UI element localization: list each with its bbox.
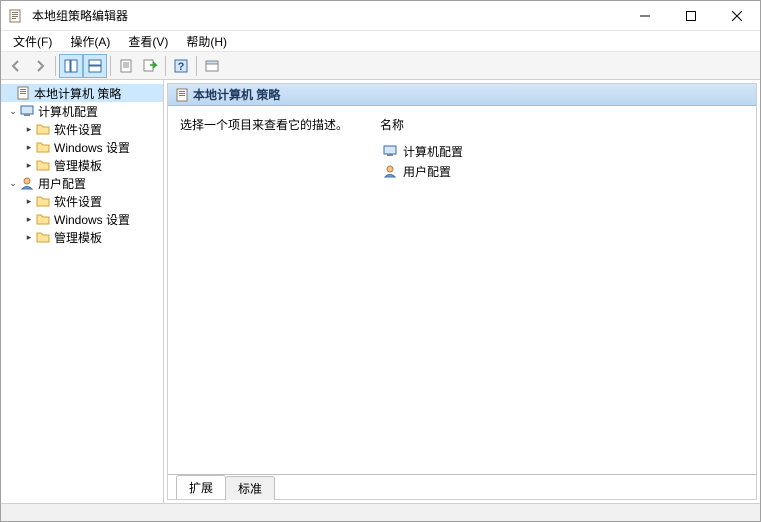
minimize-button[interactable]	[622, 1, 668, 31]
folder-icon	[35, 193, 51, 209]
list-item-label: 计算机配置	[403, 143, 463, 160]
column-header-name[interactable]: 名称	[380, 116, 744, 133]
menu-view[interactable]: 查看(V)	[120, 31, 176, 52]
description-text: 选择一个项目来查看它的描述。	[180, 118, 348, 132]
tree-label: 管理模板	[54, 157, 102, 174]
list-item-label: 用户配置	[403, 163, 451, 180]
toolbar-separator	[165, 56, 166, 76]
expander-icon[interactable]: ▸	[23, 213, 35, 225]
expander-icon[interactable]: ▸	[23, 195, 35, 207]
tree-label: 管理模板	[54, 229, 102, 246]
tree-windows-settings[interactable]: ▸ Windows 设置	[1, 138, 163, 156]
filter-button[interactable]	[200, 54, 224, 78]
tree-label: 本地计算机 策略	[34, 85, 121, 102]
folder-icon	[35, 211, 51, 227]
svg-text:?: ?	[178, 61, 185, 73]
tree-user-config[interactable]: ⌄ 用户配置	[1, 174, 163, 192]
body: ▶ 本地计算机 策略 ⌄ 计算机配置 ▸ 软件设置 ▸ Windows 设置 ▸	[1, 80, 760, 503]
list-column[interactable]: 名称 计算机配置 用户配置	[368, 106, 756, 474]
tree-label: 软件设置	[54, 193, 102, 210]
expander-icon[interactable]: ⌄	[7, 105, 19, 117]
tabs-bar: 扩展 标准	[168, 475, 756, 499]
maximize-button[interactable]	[668, 1, 714, 31]
list-view-button[interactable]	[59, 54, 83, 78]
toolbar-separator	[110, 56, 111, 76]
toolbar-separator	[55, 56, 56, 76]
export-button[interactable]	[138, 54, 162, 78]
content-body: 选择一个项目来查看它的描述。 名称 计算机配置 用户配置	[168, 106, 756, 474]
tree-admin-templates[interactable]: ▸ 管理模板	[1, 156, 163, 174]
tree-user-software-settings[interactable]: ▸ 软件设置	[1, 192, 163, 210]
toolbar: ?	[1, 52, 760, 80]
help-button[interactable]: ?	[169, 54, 193, 78]
forward-button	[28, 54, 52, 78]
expander-icon[interactable]: ⌄	[7, 177, 19, 189]
menu-file[interactable]: 文件(F)	[5, 31, 60, 52]
policy-icon	[15, 85, 31, 101]
description-column: 选择一个项目来查看它的描述。	[168, 106, 368, 474]
back-button	[4, 54, 28, 78]
menu-action[interactable]: 操作(A)	[62, 31, 118, 52]
tree-software-settings[interactable]: ▸ 软件设置	[1, 120, 163, 138]
tree-pane[interactable]: ▶ 本地计算机 策略 ⌄ 计算机配置 ▸ 软件设置 ▸ Windows 设置 ▸	[1, 80, 164, 503]
tree-label: 计算机配置	[38, 103, 98, 120]
menu-help[interactable]: 帮助(H)	[178, 31, 235, 52]
detail-view-button[interactable]	[83, 54, 107, 78]
toolbar-separator	[196, 56, 197, 76]
content-pane: 本地计算机 策略 选择一个项目来查看它的描述。 名称 计算机配置 用户配置	[167, 83, 757, 500]
window-controls	[622, 1, 760, 31]
tab-standard[interactable]: 标准	[225, 476, 275, 500]
app-icon	[7, 8, 23, 24]
tree-label: 软件设置	[54, 121, 102, 138]
statusbar	[1, 503, 760, 521]
expander-icon[interactable]: ▸	[23, 123, 35, 135]
folder-icon	[35, 121, 51, 137]
properties-button[interactable]	[114, 54, 138, 78]
content-title: 本地计算机 策略	[193, 86, 280, 103]
tree-user-admin-templates[interactable]: ▸ 管理模板	[1, 228, 163, 246]
tree-label: Windows 设置	[54, 211, 130, 228]
policy-icon	[174, 87, 190, 103]
expander-icon[interactable]: ▸	[23, 141, 35, 153]
computer-icon	[382, 143, 398, 159]
app-window: 本地组策略编辑器 文件(F) 操作(A) 查看(V) 帮助(H) ? ▶	[0, 0, 761, 522]
menubar: 文件(F) 操作(A) 查看(V) 帮助(H)	[1, 31, 760, 52]
user-icon	[382, 163, 398, 179]
tree-root[interactable]: ▶ 本地计算机 策略	[1, 84, 163, 102]
list-item-computer-config[interactable]: 计算机配置	[380, 141, 744, 161]
user-icon	[19, 175, 35, 191]
content-header: 本地计算机 策略	[168, 84, 756, 106]
window-title: 本地组策略编辑器	[32, 7, 128, 24]
tree-label: Windows 设置	[54, 139, 130, 156]
tree-user-windows-settings[interactable]: ▸ Windows 设置	[1, 210, 163, 228]
tree-label: 用户配置	[38, 175, 86, 192]
folder-icon	[35, 229, 51, 245]
expander-icon[interactable]: ▸	[23, 159, 35, 171]
folder-icon	[35, 157, 51, 173]
computer-icon	[19, 103, 35, 119]
titlebar: 本地组策略编辑器	[1, 1, 760, 31]
folder-icon	[35, 139, 51, 155]
expander-icon[interactable]: ▸	[23, 231, 35, 243]
close-button[interactable]	[714, 1, 760, 31]
tab-extended[interactable]: 扩展	[176, 475, 226, 499]
tree-computer-config[interactable]: ⌄ 计算机配置	[1, 102, 163, 120]
list-item-user-config[interactable]: 用户配置	[380, 161, 744, 181]
